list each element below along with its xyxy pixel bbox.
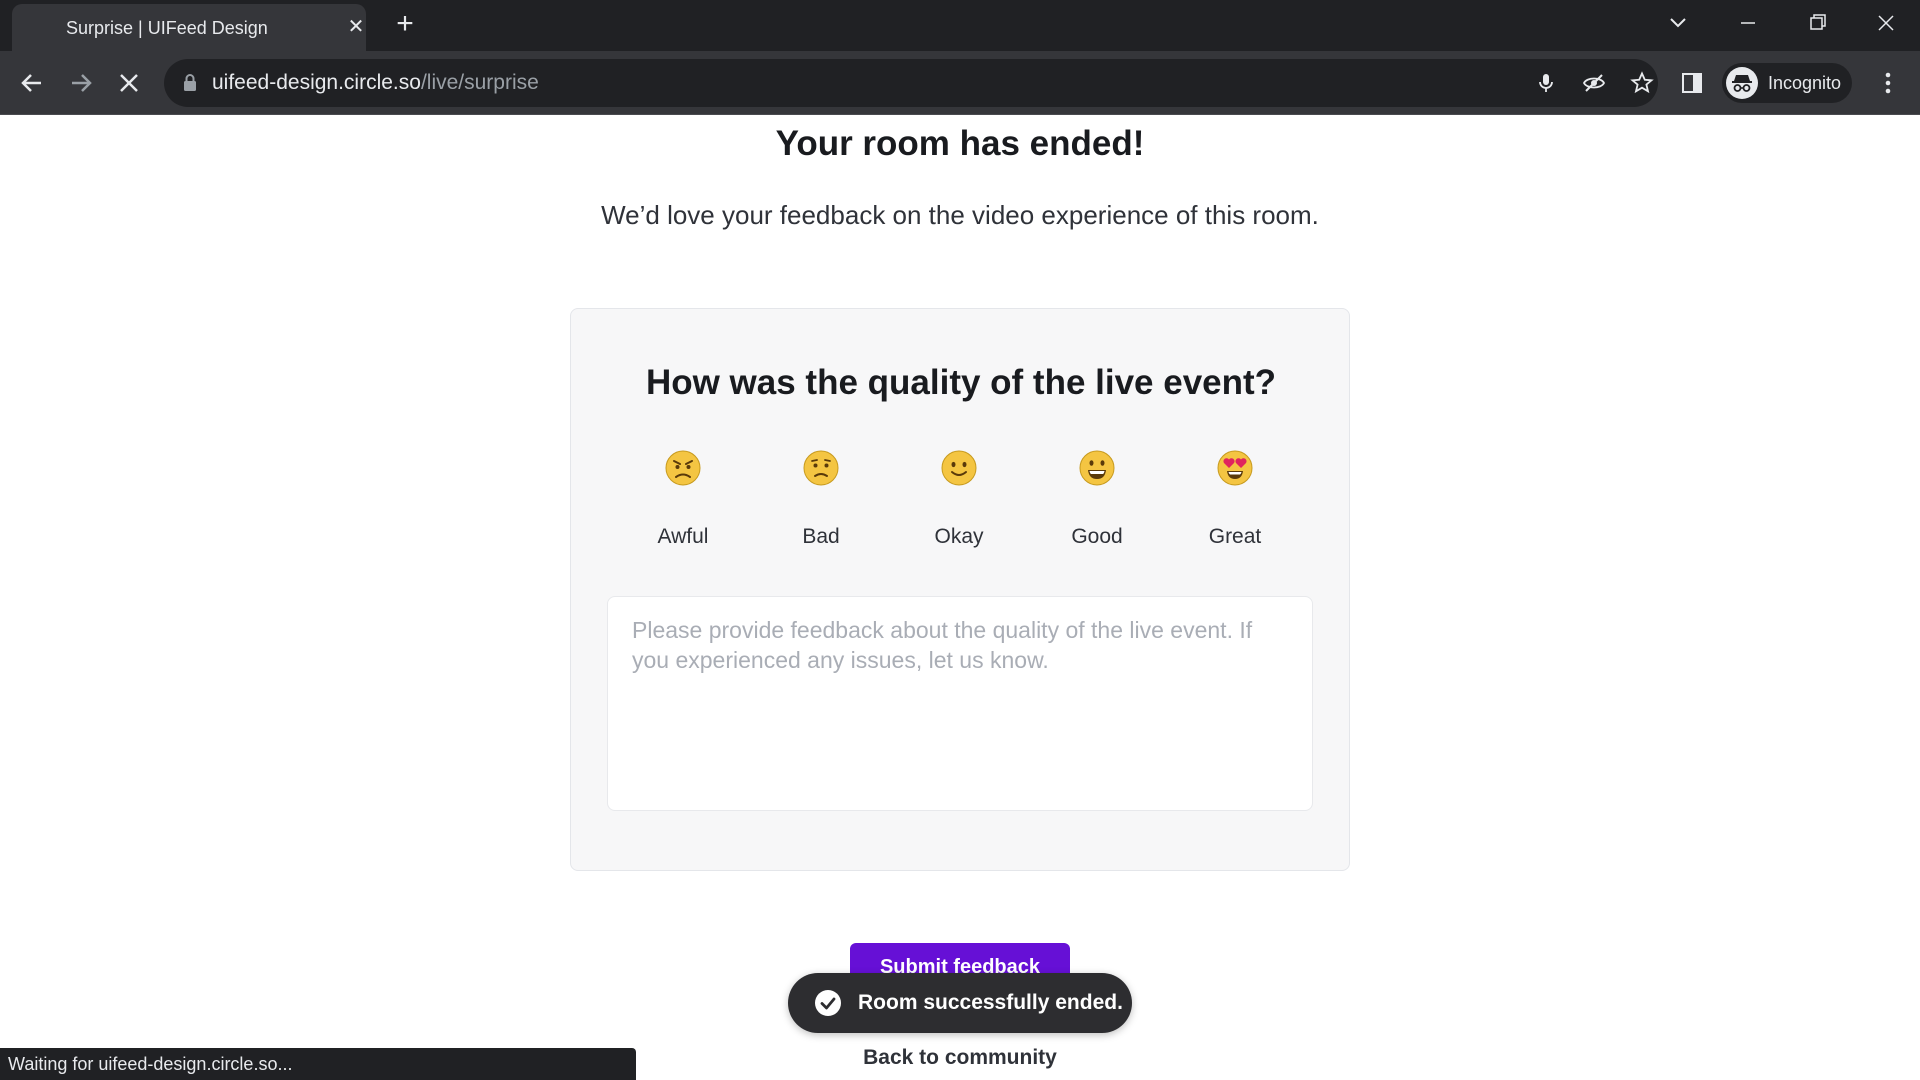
rating-label: Great xyxy=(1208,525,1262,548)
angry-face-icon[interactable] xyxy=(664,449,702,487)
frowning-face-icon[interactable] xyxy=(802,449,840,487)
rating-label: Awful xyxy=(657,525,709,548)
page-subtitle: We’d love your feedback on the video exp… xyxy=(601,200,1319,230)
feedback-textarea[interactable] xyxy=(607,596,1313,811)
stop-loading-icon[interactable] xyxy=(111,65,147,101)
tab-title: Surprise | UIFeed Design xyxy=(66,18,268,38)
check-circle-icon xyxy=(814,989,842,1017)
rating-label: Bad xyxy=(802,525,840,548)
url-text[interactable]: uifeed-design.circle.so/live/surprise xyxy=(212,71,539,95)
heart-eyes-face-icon[interactable] xyxy=(1216,449,1254,487)
incognito-label: Incognito xyxy=(1768,73,1842,93)
lock-icon[interactable] xyxy=(182,73,198,93)
rating-label: Good xyxy=(1071,525,1123,548)
rating-good[interactable]: Good xyxy=(1028,449,1166,549)
close-window-icon[interactable] xyxy=(1864,8,1908,38)
incognito-icon xyxy=(1726,67,1758,99)
minimize-window-icon[interactable] xyxy=(1726,8,1770,38)
new-tab-icon[interactable]: + xyxy=(390,9,420,40)
rating-great[interactable]: Great xyxy=(1166,449,1304,549)
toast-message: Room successfully ended. xyxy=(858,991,1123,1014)
feedback-card: How was the quality of the live event? A… xyxy=(570,308,1350,871)
rating-awful[interactable]: Awful xyxy=(614,449,752,549)
rating-okay[interactable]: Okay xyxy=(890,449,1028,549)
more-options-icon[interactable] xyxy=(1876,69,1900,97)
address-bar[interactable]: uifeed-design.circle.so/live/surprise xyxy=(164,59,1658,107)
back-arrow-icon[interactable] xyxy=(14,65,50,101)
incognito-profile-button[interactable]: Incognito xyxy=(1722,63,1852,103)
forward-arrow-icon[interactable] xyxy=(63,65,99,101)
browser-status-bar: Waiting for uifeed-design.circle.so... xyxy=(0,1048,636,1080)
browser-toolbar: uifeed-design.circle.so/live/surprise In… xyxy=(0,51,1920,115)
browser-tab[interactable]: Surprise | UIFeed Design ✕ xyxy=(12,4,366,51)
slightly-smiling-face-icon[interactable] xyxy=(940,449,978,487)
rating-bad[interactable]: Bad xyxy=(752,449,890,549)
toast-notification: Room successfully ended. xyxy=(788,973,1132,1033)
restore-window-icon[interactable] xyxy=(1795,8,1839,38)
eye-slash-icon[interactable] xyxy=(1582,71,1606,95)
survey-question: How was the quality of the live event? xyxy=(645,363,1277,402)
tab-search-icon[interactable] xyxy=(1656,8,1700,38)
grinning-face-icon[interactable] xyxy=(1078,449,1116,487)
page-title: Your room has ended! xyxy=(775,124,1145,163)
microphone-icon[interactable] xyxy=(1534,71,1558,95)
side-panel-icon[interactable] xyxy=(1680,71,1704,95)
browser-tab-bar: Surprise | UIFeed Design ✕ + xyxy=(0,0,1920,51)
rating-options: Awful Bad Okay Good Great xyxy=(614,449,1304,549)
bookmark-star-icon[interactable] xyxy=(1630,71,1654,95)
close-tab-icon[interactable]: ✕ xyxy=(343,14,369,40)
rating-label: Okay xyxy=(934,525,984,548)
